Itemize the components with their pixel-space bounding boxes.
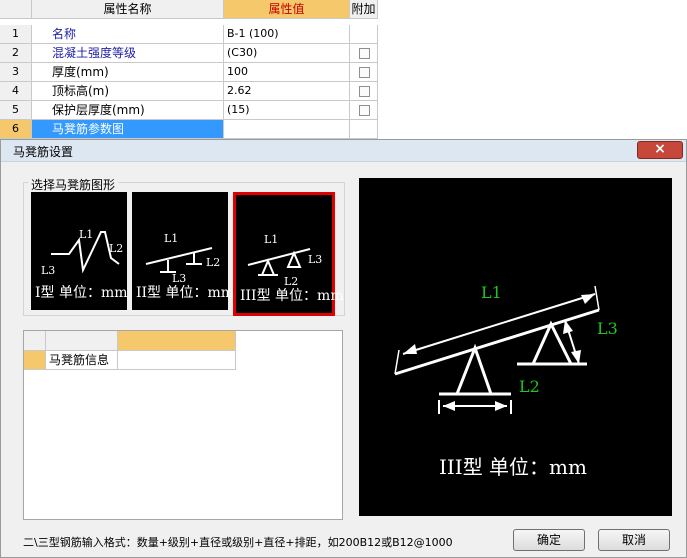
property-grid: 属性名称 属性值 附加 1 名称 B-1 (100) 2 混凝土强度等级 (C3… [0, 0, 378, 150]
info-grid-header-name [46, 331, 118, 351]
row-name: 顶标高(m) [32, 82, 224, 101]
row-name: 名称 [32, 25, 224, 44]
row-value[interactable]: 2.62 [224, 82, 350, 101]
row-extra [350, 44, 378, 63]
preview-l3-label: L3 [597, 319, 618, 338]
extra-checkbox[interactable] [359, 67, 370, 78]
preview-drawing: L1 L2 L3 III型 单位：mm [394, 283, 618, 479]
close-icon: × [654, 141, 666, 157]
row-value[interactable]: 100 [224, 63, 350, 82]
row-number: 4 [0, 82, 32, 101]
preview-caption: III型 单位：mm [439, 455, 587, 479]
table-row[interactable]: 5 保护层厚度(mm) (15) [0, 101, 378, 120]
row-name: 马凳筋参数图 [32, 120, 224, 139]
table-row[interactable]: 4 顶标高(m) 2.62 [0, 82, 378, 101]
extra-checkbox[interactable] [359, 86, 370, 97]
row-extra [350, 101, 378, 120]
shape-type-3-label: III型 单位：mm [240, 288, 344, 304]
row-value[interactable]: (15) [224, 101, 350, 120]
type-3-l1-label: L1 [264, 233, 278, 246]
row-number: 1 [0, 25, 32, 44]
table-row[interactable]: 1 名称 B-1 (100) [0, 25, 378, 44]
row-number: 3 [0, 63, 32, 82]
dialog-title-bar[interactable]: 马凳筋设置 × [1, 140, 686, 162]
type-1-l2-label: L2 [109, 242, 123, 255]
header-name[interactable]: 属性名称 [32, 0, 224, 19]
type-1-l1-label: L1 [79, 228, 93, 241]
info-grid-corner [24, 331, 46, 351]
row-extra [350, 120, 378, 139]
type-2-l2-label: L2 [206, 256, 220, 269]
header-extra[interactable]: 附加 [350, 0, 378, 19]
shape-option-type-3[interactable]: L1 L2 L3 III型 单位：mm [233, 192, 344, 316]
close-button[interactable]: × [637, 141, 683, 159]
extra-checkbox[interactable] [359, 48, 370, 59]
shape-type-2-label: II型 单位：mm [136, 285, 235, 301]
row-number: 5 [0, 101, 32, 120]
row-extra [350, 25, 378, 44]
row-number: 2 [0, 44, 32, 63]
row-value[interactable] [224, 120, 350, 139]
row-name: 厚度(mm) [32, 63, 224, 82]
cancel-button[interactable]: 取消 [598, 529, 670, 551]
type-1-l3-label: L3 [41, 264, 55, 277]
shape-option-type-2[interactable]: L1 L2 L3 II型 单位：mm [132, 192, 234, 310]
info-grid-header-value [118, 331, 236, 351]
input-format-hint: 二\三型钢筋输入格式：数量+级别+直径或级别+直径+排距，如200B12或B12… [23, 536, 453, 549]
table-row[interactable]: 3 厚度(mm) 100 [0, 63, 378, 82]
row-name: 保护层厚度(mm) [32, 101, 224, 120]
rebar-info-grid: 马凳筋信息 [23, 330, 343, 520]
shape-group-label: 选择马凳筋图形 [28, 176, 119, 193]
info-row-label: 马凳筋信息 [46, 351, 118, 370]
info-row-indicator [24, 351, 46, 370]
dialog-title: 马凳筋设置 [13, 145, 74, 159]
extra-checkbox[interactable] [359, 105, 370, 116]
preview-l1-label: L1 [481, 283, 502, 302]
row-extra [350, 82, 378, 101]
shape-option-type-1[interactable]: L1 L2 L3 I型 单位：mm [31, 192, 128, 310]
preview-l2-label: L2 [519, 377, 540, 396]
row-number: 6 [0, 120, 32, 139]
row-extra [350, 63, 378, 82]
table-row-selected[interactable]: 6 马凳筋参数图 [0, 120, 378, 139]
rebar-chair-dialog: 马凳筋设置 × 选择马凳筋图形 L1 L2 L3 I型 单位：mm L1 L2 … [0, 139, 687, 558]
header-corner [0, 0, 32, 19]
shape-preview-panel: L1 L2 L3 III型 单位：mm [359, 178, 672, 516]
ok-button[interactable]: 确定 [513, 529, 585, 551]
type-2-l1-label: L1 [164, 232, 178, 245]
header-value[interactable]: 属性值 [224, 0, 350, 19]
row-value[interactable]: (C30) [224, 44, 350, 63]
type-3-l3-label: L3 [308, 253, 322, 266]
shape-type-1-label: I型 单位：mm [35, 285, 128, 301]
row-value[interactable]: B-1 (100) [224, 25, 350, 44]
info-row-value[interactable] [118, 351, 236, 370]
grid-header-row: 属性名称 属性值 附加 [0, 0, 378, 19]
row-name: 混凝土强度等级 [32, 44, 224, 63]
table-row[interactable]: 2 混凝土强度等级 (C30) [0, 44, 378, 63]
